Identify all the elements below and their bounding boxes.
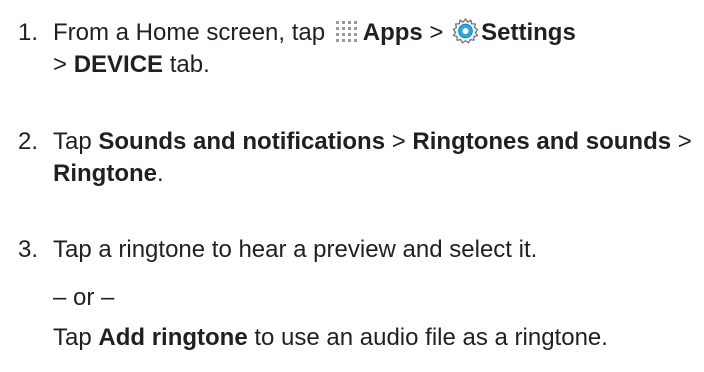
step-text-part: .	[156, 160, 164, 187]
step-number: 3.	[18, 236, 39, 263]
sounds-label: Sounds and notifications	[98, 128, 386, 155]
apps-grid-icon	[334, 20, 361, 44]
device-tab-label: DEVICE	[73, 51, 164, 78]
ringtones-and-sounds-label: Ringtones and sounds	[412, 128, 672, 155]
step-number: 2.	[18, 128, 39, 155]
step-text-part: to use an audio file as a ringtone.	[247, 324, 608, 351]
step-text-part: Tap	[53, 128, 99, 155]
instructions-document: 1. From a Home screen, tap Apps > Settin…	[0, 0, 704, 372]
separator: >	[53, 51, 74, 78]
step-text-part: tab.	[163, 51, 210, 78]
step-text: From a Home screen, tap Apps > Settings …	[53, 17, 698, 81]
alternate-step: Tap Add ringtone to use an audio file as…	[53, 322, 693, 354]
separator: >	[385, 128, 413, 155]
separator: >	[671, 128, 692, 155]
settings-gear-icon	[452, 17, 479, 44]
step-1: 1. From a Home screen, tap Apps > Settin…	[18, 17, 698, 81]
apps-label: Apps	[362, 19, 423, 46]
ringtone-label: Ringtone	[53, 160, 157, 187]
separator: >	[422, 19, 451, 46]
step-text: Tap Sounds and notifications > Ringtones…	[53, 126, 698, 190]
step-text: Tap a ringtone to hear a preview and sel…	[53, 236, 538, 263]
step-number: 1.	[18, 19, 39, 46]
step-text-part: Tap	[53, 324, 99, 351]
step-3: 3. Tap a ringtone to hear a preview and …	[18, 234, 698, 266]
step-2: 2. Tap Sounds and notifications > Ringto…	[18, 126, 698, 190]
or-divider-text: – or –	[53, 284, 115, 311]
step-text-part: From a Home screen, tap	[53, 19, 332, 46]
settings-label: Settings	[481, 19, 576, 46]
add-ringtone-label: Add ringtone	[98, 324, 248, 351]
